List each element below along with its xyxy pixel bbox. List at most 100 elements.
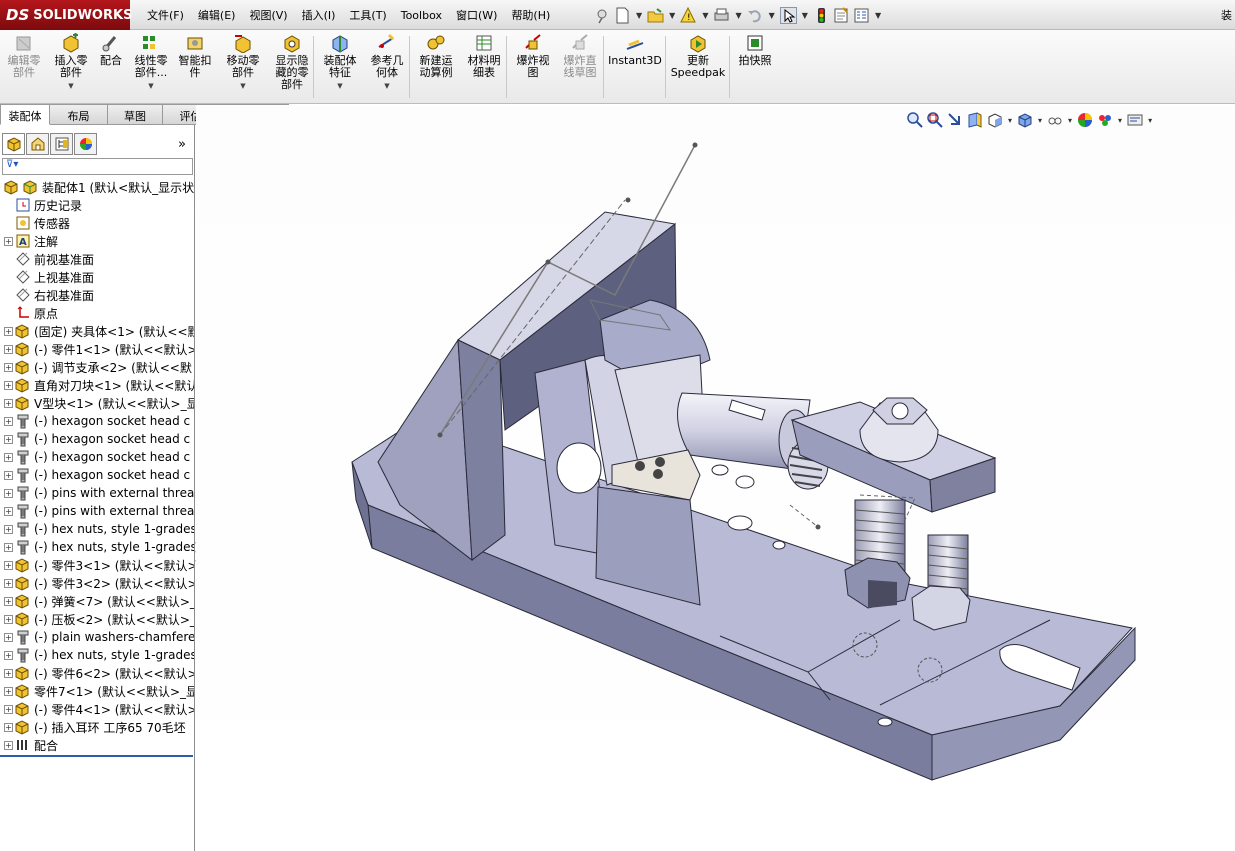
ribbon-button-5[interactable]: 移动零 部件 ▼ [221, 33, 265, 101]
tree-item[interactable]: + (-) hexagon socket head c [0, 430, 194, 448]
tree-item[interactable]: + (-) 零件6<2> (默认<<默认> [0, 664, 194, 682]
rebuild-dropdown-arrow[interactable]: ▼ [702, 11, 708, 20]
view-settings-icon[interactable] [1126, 111, 1144, 129]
open-dropdown-arrow[interactable]: ▼ [669, 11, 675, 20]
ribbon-button-11[interactable]: 爆炸视图 [512, 33, 554, 101]
tree-item[interactable]: + (-) hex nuts, style 1-grades [0, 646, 194, 664]
tree-item[interactable]: + (-) 压板<2> (默认<<默认>_ [0, 610, 194, 628]
tree-item[interactable]: + (-) hexagon socket head c [0, 448, 194, 466]
section-view-icon[interactable] [966, 111, 984, 129]
expand-toggle-icon[interactable]: + [4, 488, 13, 498]
ribbon-dropdown-arrow[interactable]: ▼ [240, 80, 245, 92]
select-dropdown-arrow[interactable]: ▼ [802, 11, 808, 20]
tree-item[interactable]: + (-) hex nuts, style 1-grades [0, 538, 194, 556]
print-dropdown-arrow[interactable]: ▼ [735, 11, 741, 20]
ribbon-button-3[interactable]: 线性零 部件... ▼ [130, 33, 172, 101]
ribbon-dropdown-arrow[interactable]: ▼ [384, 80, 389, 92]
tree-item[interactable]: + (-) 调节支承<2> (默认<<默 [0, 358, 194, 376]
rebuild-warning-icon[interactable]: ! [680, 6, 697, 24]
tree-item[interactable]: 历史记录 [0, 196, 194, 214]
view-orientation-dropdown[interactable]: ▾ [1008, 116, 1012, 125]
traffic-light-icon[interactable] [813, 7, 830, 24]
tree-item[interactable]: + (-) plain washers-chamfere [0, 628, 194, 646]
tree-item[interactable]: + (-) 零件1<1> (默认<<默认> [0, 340, 194, 358]
undo-dropdown-arrow[interactable]: ▼ [769, 11, 775, 20]
ribbon-dropdown-arrow[interactable]: ▼ [148, 80, 153, 92]
tree-filter-input[interactable]: ⊽▾ [2, 158, 193, 175]
file-properties-icon[interactable] [833, 6, 850, 24]
expand-toggle-icon[interactable]: + [4, 686, 13, 696]
property-manager-tab[interactable] [26, 133, 49, 155]
command-tab-0[interactable]: 装配体 [0, 104, 50, 125]
expand-toggle-icon[interactable]: + [4, 344, 13, 354]
hide-show-items-icon[interactable] [1046, 111, 1064, 129]
expand-toggle-icon[interactable]: + [4, 380, 13, 390]
expand-toggle-icon[interactable]: + [4, 416, 13, 426]
tree-item[interactable]: + (-) 零件3<2> (默认<<默认> [0, 574, 194, 592]
tree-item[interactable]: + (-) hexagon socket head c [0, 412, 194, 430]
new-dropdown-arrow[interactable]: ▼ [636, 11, 642, 20]
tree-item[interactable]: 前视基准面 [0, 250, 194, 268]
hide-show-dropdown[interactable]: ▾ [1068, 116, 1072, 125]
print-icon[interactable] [713, 7, 730, 24]
graphics-area[interactable] [196, 105, 1235, 851]
expand-toggle-icon[interactable]: + [4, 452, 13, 462]
expand-toggle-icon[interactable]: + [4, 668, 13, 678]
expand-toggle-icon[interactable]: + [4, 614, 13, 624]
tree-item[interactable]: 传感器 [0, 214, 194, 232]
tree-item[interactable]: + (-) 零件4<1> (默认<<默认> [0, 700, 194, 718]
command-tab-1[interactable]: 布局 [50, 104, 108, 125]
expand-toggle-icon[interactable]: + [4, 542, 13, 552]
zoom-to-fit-icon[interactable] [906, 111, 924, 129]
apply-scene-icon[interactable] [1096, 111, 1114, 129]
display-manager-tab[interactable] [74, 133, 97, 155]
menu-item-2[interactable]: 视图(V) [242, 7, 294, 23]
ribbon-button-8[interactable]: 参考几 何体 ▼ [366, 33, 408, 101]
open-folder-icon[interactable] [647, 7, 664, 24]
expand-toggle-icon[interactable]: + [4, 506, 13, 516]
tree-item[interactable]: + (-) pins with external threa [0, 502, 194, 520]
tree-item[interactable]: + (-) pins with external threa [0, 484, 194, 502]
expand-toggle-icon[interactable]: + [4, 236, 13, 246]
previous-view-icon[interactable] [946, 111, 964, 129]
new-document-icon[interactable] [614, 7, 631, 24]
ribbon-button-2[interactable]: 配合 [97, 33, 125, 101]
menu-item-0[interactable]: 文件(F) [140, 7, 191, 23]
ribbon-button-7[interactable]: 装配体 特征 ▼ [318, 33, 362, 101]
view-settings-dropdown[interactable]: ▾ [1148, 116, 1152, 125]
tree-item[interactable]: + (固定) 夹具体<1> (默认<<默 [0, 322, 194, 340]
ribbon-button-6[interactable]: 显示隐 藏的零 部件 [270, 33, 314, 101]
apply-scene-dropdown[interactable]: ▾ [1118, 116, 1122, 125]
tree-item[interactable]: + (-) hexagon socket head c [0, 466, 194, 484]
tree-item[interactable]: + 直角对刀块<1> (默认<<默认 [0, 376, 194, 394]
ribbon-button-1[interactable]: 插入零 部件 ▼ [51, 33, 91, 101]
collapse-panel-chevron-icon[interactable]: » [178, 137, 186, 152]
edit-appearance-icon[interactable] [1076, 111, 1094, 129]
expand-toggle-icon[interactable]: + [4, 560, 13, 570]
tree-item[interactable]: 原点 [0, 304, 194, 322]
tree-item[interactable]: + (-) 弹簧<7> (默认<<默认>_ [0, 592, 194, 610]
ribbon-dropdown-arrow[interactable]: ▼ [68, 80, 73, 92]
expand-toggle-icon[interactable]: + [4, 434, 13, 444]
command-tab-2[interactable]: 草图 [108, 104, 163, 125]
ribbon-button-13[interactable]: Instant3D [607, 33, 663, 101]
tree-item[interactable]: 上视基准面 [0, 268, 194, 286]
display-style-dropdown[interactable]: ▾ [1038, 116, 1042, 125]
solidworks-logo[interactable]: DS SOLIDWORKS [0, 0, 132, 30]
feature-manager-tab[interactable] [2, 133, 25, 155]
ribbon-button-15[interactable]: 拍快照 [735, 33, 775, 101]
expand-toggle-icon[interactable]: + [4, 650, 13, 660]
undo-icon[interactable] [747, 7, 764, 24]
tree-item[interactable]: 右视基准面 [0, 286, 194, 304]
tree-item[interactable]: + (-) hex nuts, style 1-grades [0, 520, 194, 538]
menu-item-3[interactable]: 插入(I) [295, 7, 343, 23]
pin-icon[interactable] [594, 7, 611, 24]
menu-item-1[interactable]: 编辑(E) [191, 7, 243, 23]
expand-toggle-icon[interactable]: + [4, 740, 13, 750]
ribbon-button-14[interactable]: 更新 Speedpak [670, 33, 726, 101]
expand-toggle-icon[interactable]: + [4, 524, 13, 534]
expand-toggle-icon[interactable]: + [4, 578, 13, 588]
view-orientation-icon[interactable] [986, 111, 1004, 129]
ribbon-button-9[interactable]: 新建运 动算例 [414, 33, 458, 101]
expand-toggle-icon[interactable]: + [4, 470, 13, 480]
